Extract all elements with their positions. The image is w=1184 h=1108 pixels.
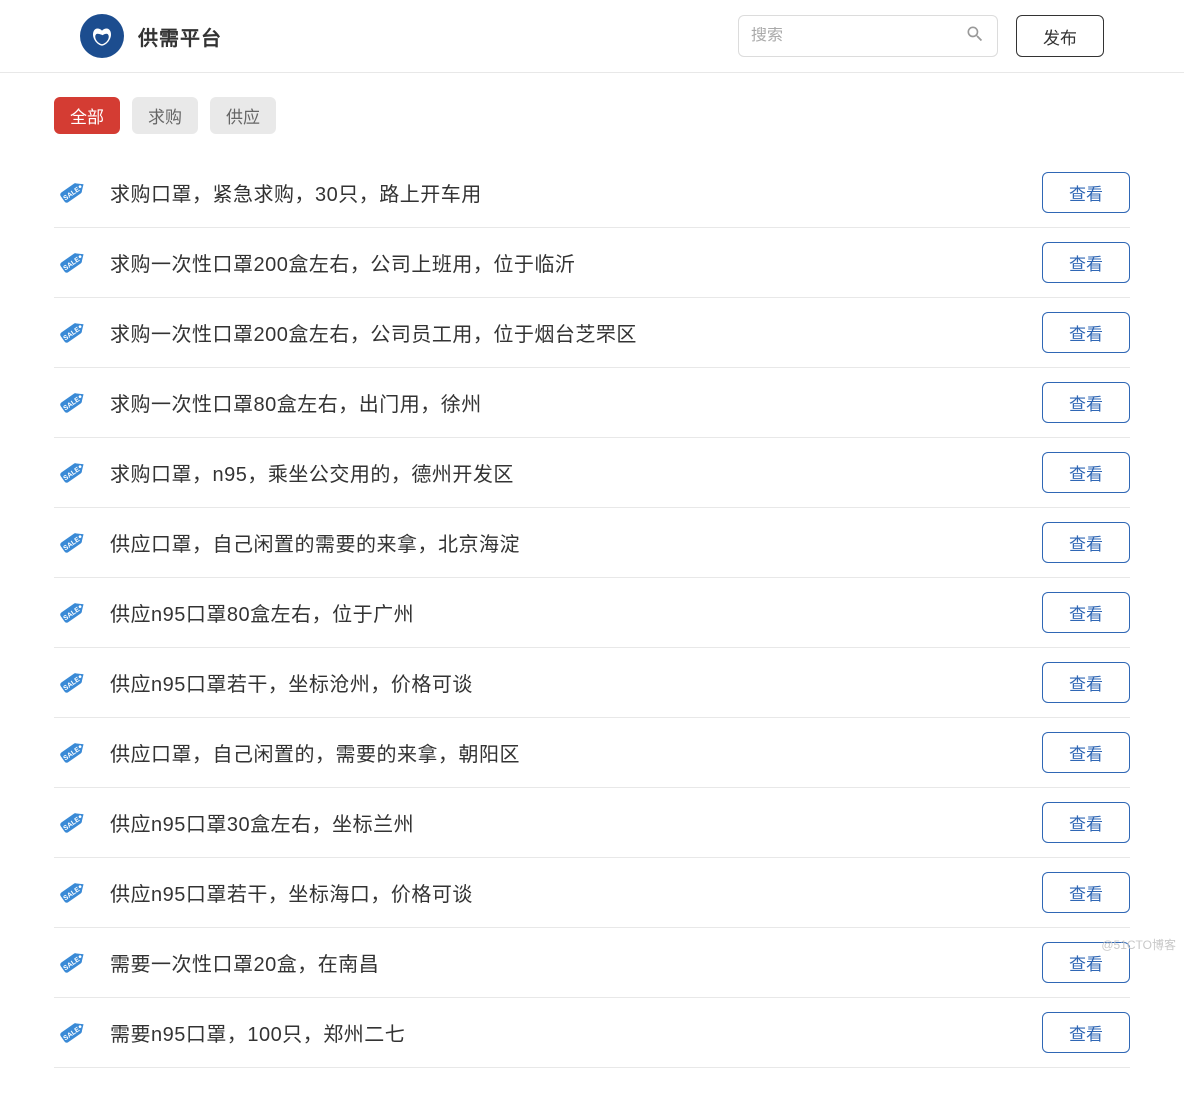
sale-icon: SALE <box>54 876 88 910</box>
sale-icon: SALE <box>54 176 88 210</box>
list-item: SALE 求购口罩，n95，乘坐公交用的，德州开发区 查看 <box>54 438 1130 508</box>
search-input[interactable] <box>751 27 965 45</box>
sale-icon: SALE <box>54 316 88 350</box>
list-item: SALE 求购一次性口罩200盒左右，公司员工用，位于烟台芝罘区 查看 <box>54 298 1130 368</box>
tab-all[interactable]: 全部 <box>54 97 120 134</box>
list-item: SALE 求购一次性口罩200盒左右，公司上班用，位于临沂 查看 <box>54 228 1130 298</box>
sale-icon: SALE <box>54 1016 88 1050</box>
search-icon[interactable] <box>965 24 985 49</box>
sale-icon: SALE <box>54 666 88 700</box>
sale-icon: SALE <box>54 946 88 980</box>
view-button[interactable]: 查看 <box>1042 382 1130 423</box>
list-item-title: 求购口罩，紧急求购，30只，路上开车用 <box>110 178 1042 207</box>
list-item: SALE 供应n95口罩若干，坐标沧州，价格可谈 查看 <box>54 648 1130 718</box>
list-item-title: 需要一次性口罩20盒，在南昌 <box>110 948 1042 977</box>
listing-list: SALE 求购口罩，紧急求购，30只，路上开车用 查看 SALE 求购一次性口罩… <box>54 158 1130 1068</box>
view-button[interactable]: 查看 <box>1042 942 1130 983</box>
sale-icon: SALE <box>54 596 88 630</box>
view-button[interactable]: 查看 <box>1042 802 1130 843</box>
list-item: SALE 需要一次性口罩20盒，在南昌 查看 <box>54 928 1130 998</box>
view-button[interactable]: 查看 <box>1042 172 1130 213</box>
list-item-title: 求购一次性口罩80盒左右，出门用，徐州 <box>110 388 1042 417</box>
sale-icon: SALE <box>54 386 88 420</box>
list-item: SALE 供应口罩，自己闲置的需要的来拿，北京海淀 查看 <box>54 508 1130 578</box>
sale-icon: SALE <box>54 246 88 280</box>
site-title: 供需平台 <box>138 22 222 51</box>
list-item: SALE 供应n95口罩30盒左右，坐标兰州 查看 <box>54 788 1130 858</box>
search-box[interactable] <box>738 15 998 57</box>
list-item-title: 求购口罩，n95，乘坐公交用的，德州开发区 <box>110 458 1042 487</box>
sale-icon: SALE <box>54 806 88 840</box>
list-item-title: 求购一次性口罩200盒左右，公司员工用，位于烟台芝罘区 <box>110 318 1042 347</box>
view-button[interactable]: 查看 <box>1042 662 1130 703</box>
list-item-title: 求购一次性口罩200盒左右，公司上班用，位于临沂 <box>110 248 1042 277</box>
list-item: SALE 求购一次性口罩80盒左右，出门用，徐州 查看 <box>54 368 1130 438</box>
publish-button[interactable]: 发布 <box>1016 15 1104 57</box>
header: 供需平台 发布 <box>0 0 1184 73</box>
logo-icon <box>80 14 124 58</box>
view-button[interactable]: 查看 <box>1042 242 1130 283</box>
view-button[interactable]: 查看 <box>1042 312 1130 353</box>
filter-tabs: 全部 求购 供应 <box>54 97 1130 134</box>
list-item-title: 供应n95口罩30盒左右，坐标兰州 <box>110 808 1042 837</box>
view-button[interactable]: 查看 <box>1042 592 1130 633</box>
logo[interactable]: 供需平台 <box>80 14 222 58</box>
list-item: SALE 需要n95口罩，100只，郑州二七 查看 <box>54 998 1130 1068</box>
sale-icon: SALE <box>54 526 88 560</box>
list-item: SALE 求购口罩，紧急求购，30只，路上开车用 查看 <box>54 158 1130 228</box>
view-button[interactable]: 查看 <box>1042 872 1130 913</box>
list-item: SALE 供应n95口罩80盒左右，位于广州 查看 <box>54 578 1130 648</box>
content: 全部 求购 供应 SALE 求购口罩，紧急求购，30只，路上开车用 查看 SAL… <box>0 73 1184 1108</box>
tab-buy[interactable]: 求购 <box>132 97 198 134</box>
sale-icon: SALE <box>54 456 88 490</box>
list-item: SALE 供应n95口罩若干，坐标海口，价格可谈 查看 <box>54 858 1130 928</box>
list-item-title: 供应口罩，自己闲置的，需要的来拿，朝阳区 <box>110 738 1042 767</box>
view-button[interactable]: 查看 <box>1042 1012 1130 1053</box>
list-item-title: 供应n95口罩80盒左右，位于广州 <box>110 598 1042 627</box>
list-item-title: 需要n95口罩，100只，郑州二七 <box>110 1018 1042 1047</box>
tab-sell[interactable]: 供应 <box>210 97 276 134</box>
list-item-title: 供应n95口罩若干，坐标海口，价格可谈 <box>110 878 1042 907</box>
list-item-title: 供应口罩，自己闲置的需要的来拿，北京海淀 <box>110 528 1042 557</box>
list-item-title: 供应n95口罩若干，坐标沧州，价格可谈 <box>110 668 1042 697</box>
view-button[interactable]: 查看 <box>1042 522 1130 563</box>
sale-icon: SALE <box>54 736 88 770</box>
view-button[interactable]: 查看 <box>1042 452 1130 493</box>
list-item: SALE 供应口罩，自己闲置的，需要的来拿，朝阳区 查看 <box>54 718 1130 788</box>
view-button[interactable]: 查看 <box>1042 732 1130 773</box>
